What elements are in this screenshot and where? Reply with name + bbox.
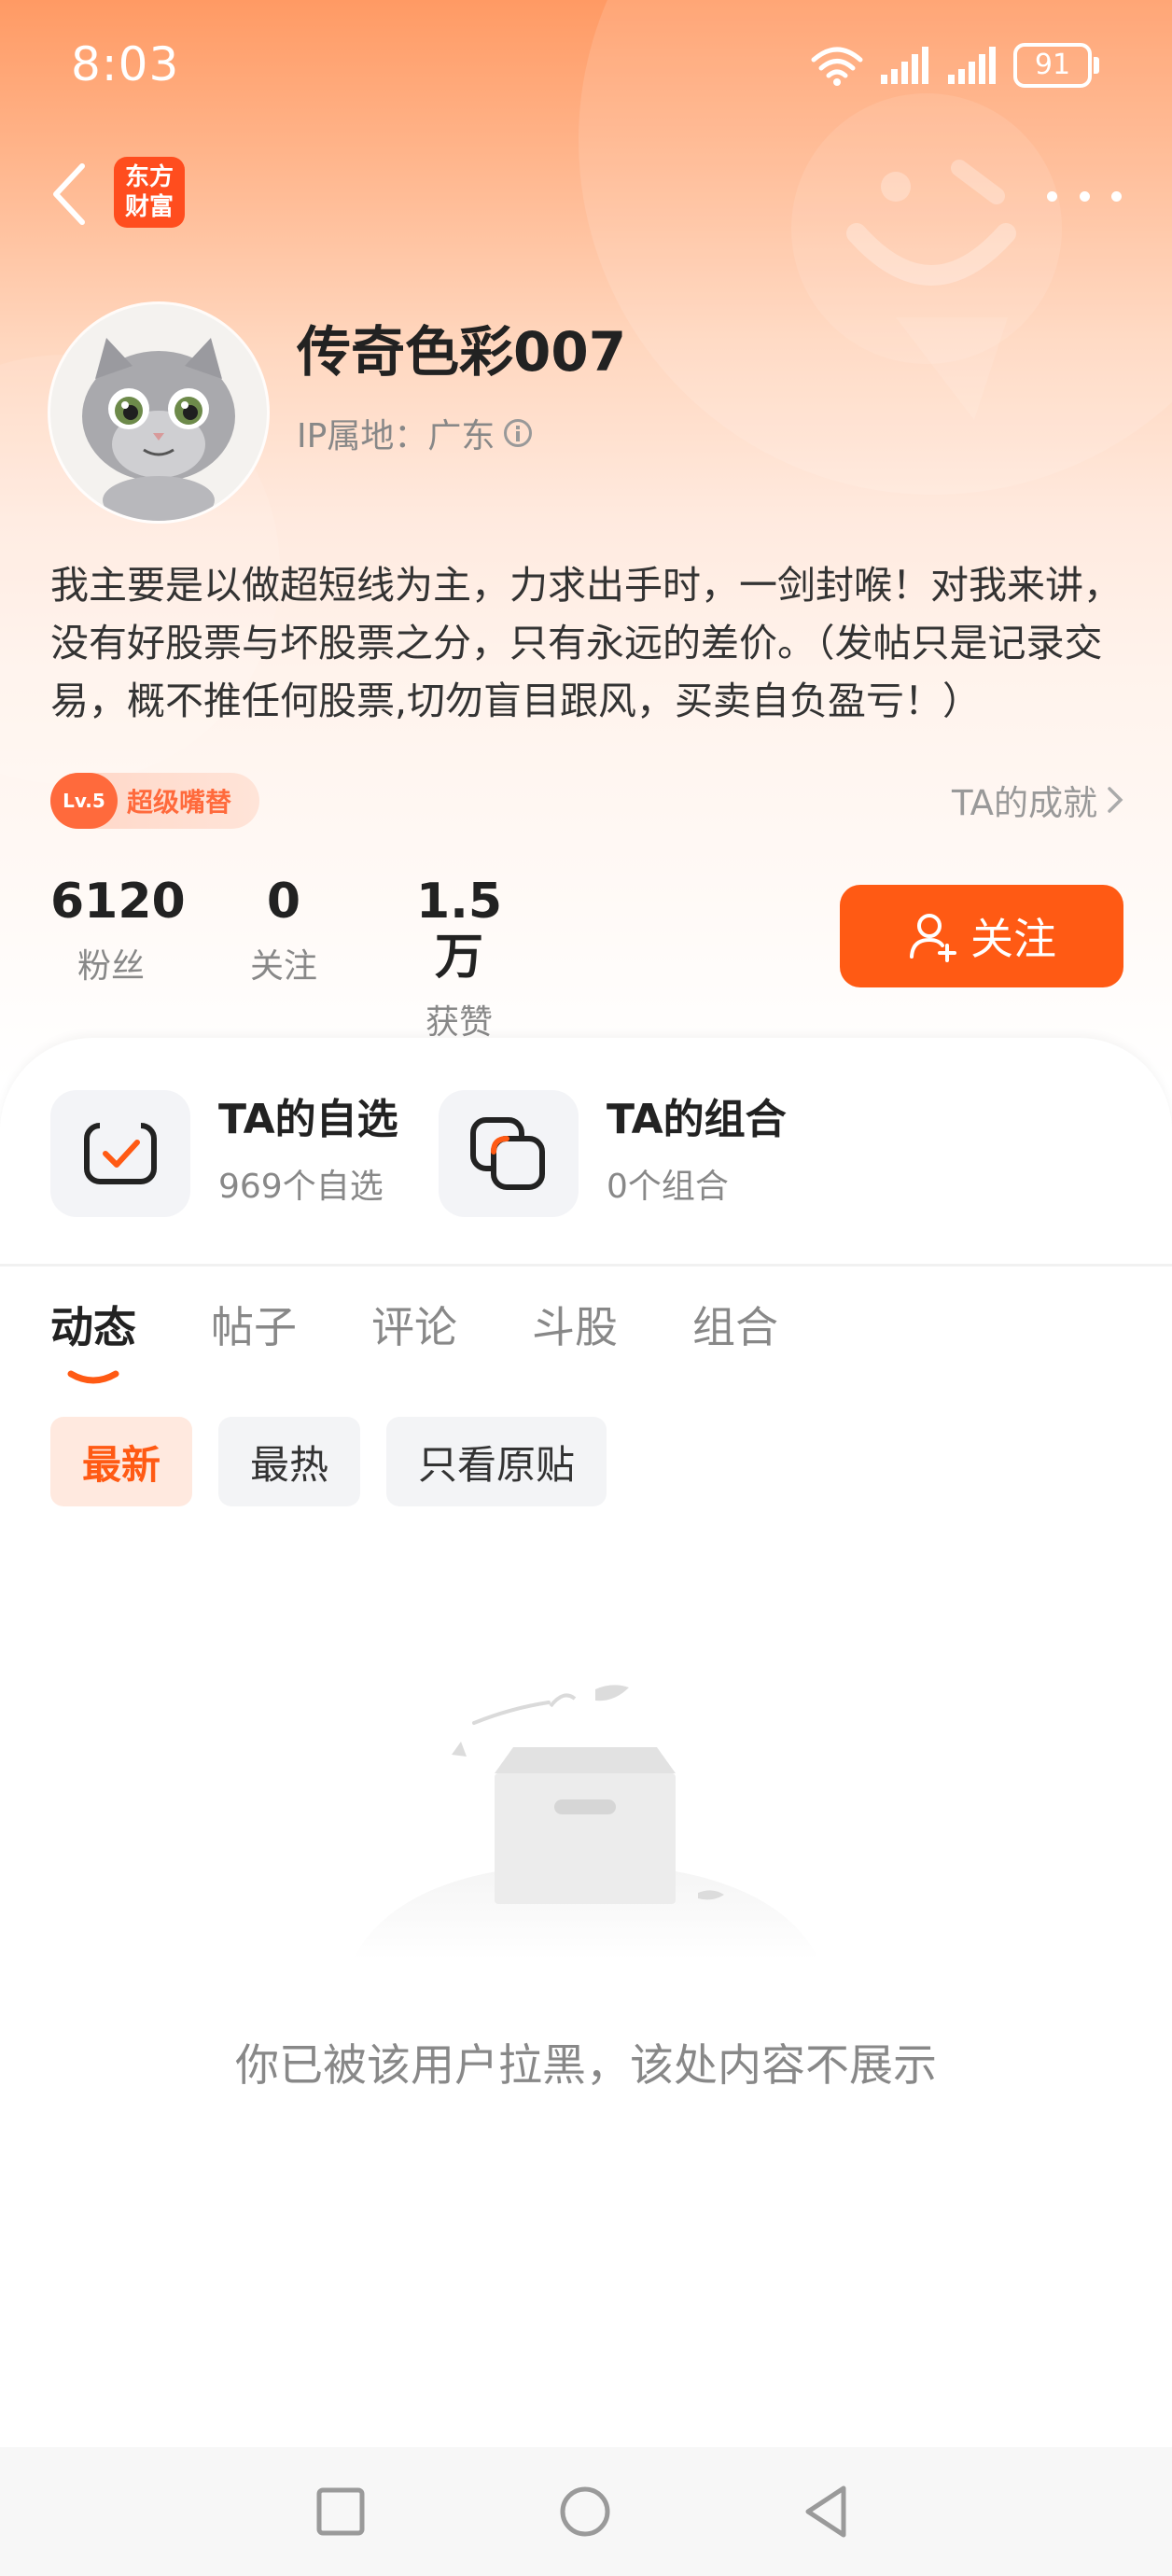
portfolio-card[interactable]: TA的组合 0个组合 xyxy=(439,1090,787,1217)
tab-active-indicator xyxy=(67,1370,119,1384)
filter-chips: 最新 最热 只看原贴 xyxy=(50,1417,607,1506)
tab-stock-battle[interactable]: 斗股 xyxy=(532,1294,618,1361)
stat-value: 1.5万 xyxy=(415,874,503,986)
home-icon[interactable] xyxy=(552,2479,618,2544)
signal-icon-2 xyxy=(948,47,996,84)
system-navigation-bar xyxy=(0,2447,1172,2576)
stat-label: 获赞 xyxy=(425,1003,493,1042)
app-logo-line1: 东方 xyxy=(124,163,174,191)
info-icon[interactable] xyxy=(504,419,533,447)
tab-portfolio[interactable]: 组合 xyxy=(692,1294,778,1361)
watchlist-title: TA的自选 xyxy=(218,1096,398,1143)
section-divider xyxy=(0,1264,1172,1267)
status-time: 8:03 xyxy=(71,37,180,91)
follow-button-label: 关注 xyxy=(970,914,1056,964)
avatar[interactable] xyxy=(50,304,267,521)
chevron-right-icon xyxy=(1108,787,1123,813)
level-title: 超级嘴替 xyxy=(127,787,232,818)
stat-value: 0 xyxy=(266,874,301,930)
portfolio-icon xyxy=(439,1090,579,1217)
achievement-link[interactable]: TA的成就 xyxy=(952,775,1123,825)
status-icons: 91 xyxy=(810,43,1099,88)
tab-activity[interactable]: 动态 xyxy=(50,1294,136,1384)
cat-avatar-image xyxy=(50,304,267,521)
filter-latest[interactable]: 最新 xyxy=(50,1417,193,1506)
battery-level: 91 xyxy=(1034,49,1071,81)
follow-button[interactable]: 关注 xyxy=(840,885,1123,987)
tab-posts[interactable]: 帖子 xyxy=(211,1294,297,1361)
back-arrow-icon[interactable] xyxy=(41,159,97,230)
stat-label: 关注 xyxy=(249,947,317,986)
ip-location-text: IP属地：广东 xyxy=(297,417,495,455)
app-logo: 东方 财富 xyxy=(114,157,185,228)
battery-icon: 91 xyxy=(1013,43,1099,88)
tab-label: 斗股 xyxy=(532,1302,618,1352)
content-tabs: 动态 帖子 评论 斗股 组合 xyxy=(50,1294,778,1384)
level-icon: Lv.5 xyxy=(50,773,118,829)
more-options-icon[interactable] xyxy=(1047,168,1122,224)
watchlist-icon xyxy=(50,1090,190,1217)
level-badge[interactable]: Lv.5 超级嘴替 xyxy=(50,773,259,829)
add-user-icon xyxy=(910,914,956,962)
tab-comments[interactable]: 评论 xyxy=(371,1294,457,1361)
stat-value: 6120 xyxy=(50,874,186,930)
username: 传奇色彩007 xyxy=(297,320,627,384)
stat-likes[interactable]: 1.5万 获赞 xyxy=(396,874,523,1043)
profile-bio: 我主要是以做超短线为主，力求出手时，一剑封喉！对我来讲，没有好股票与坏股票之分，… xyxy=(50,563,1122,723)
filter-original-only[interactable]: 只看原贴 xyxy=(386,1417,607,1506)
watchlist-count: 969个自选 xyxy=(218,1168,384,1206)
signal-icon xyxy=(881,47,928,84)
recent-apps-icon[interactable] xyxy=(308,2479,373,2544)
portfolio-title: TA的组合 xyxy=(607,1096,787,1143)
app-logo-line2: 财富 xyxy=(124,193,174,221)
stat-following[interactable]: 0 关注 xyxy=(237,874,330,987)
filter-hottest[interactable]: 最热 xyxy=(218,1417,361,1506)
status-bar: 8:03 91 xyxy=(0,0,1172,131)
stat-label: 粉丝 xyxy=(77,947,145,986)
back-icon[interactable] xyxy=(793,2479,858,2544)
achievement-link-label: TA的成就 xyxy=(951,783,1097,823)
tab-label: 评论 xyxy=(371,1302,457,1352)
tab-label: 组合 xyxy=(692,1302,778,1352)
empty-state-message: 你已被该用户拉黑，该处内容不展示 xyxy=(235,2040,937,2092)
ip-location: IP属地：广东 xyxy=(297,409,533,457)
watchlist-card[interactable]: TA的自选 969个自选 xyxy=(50,1090,398,1217)
decor-smile-icon xyxy=(846,160,1016,286)
wifi-icon xyxy=(811,47,863,86)
empty-box-illustration xyxy=(353,1685,819,1960)
tab-label: 动态 xyxy=(50,1302,136,1352)
portfolio-count: 0个组合 xyxy=(607,1168,729,1206)
stat-followers[interactable]: 6120 粉丝 xyxy=(50,874,186,987)
tab-label: 帖子 xyxy=(211,1302,297,1352)
